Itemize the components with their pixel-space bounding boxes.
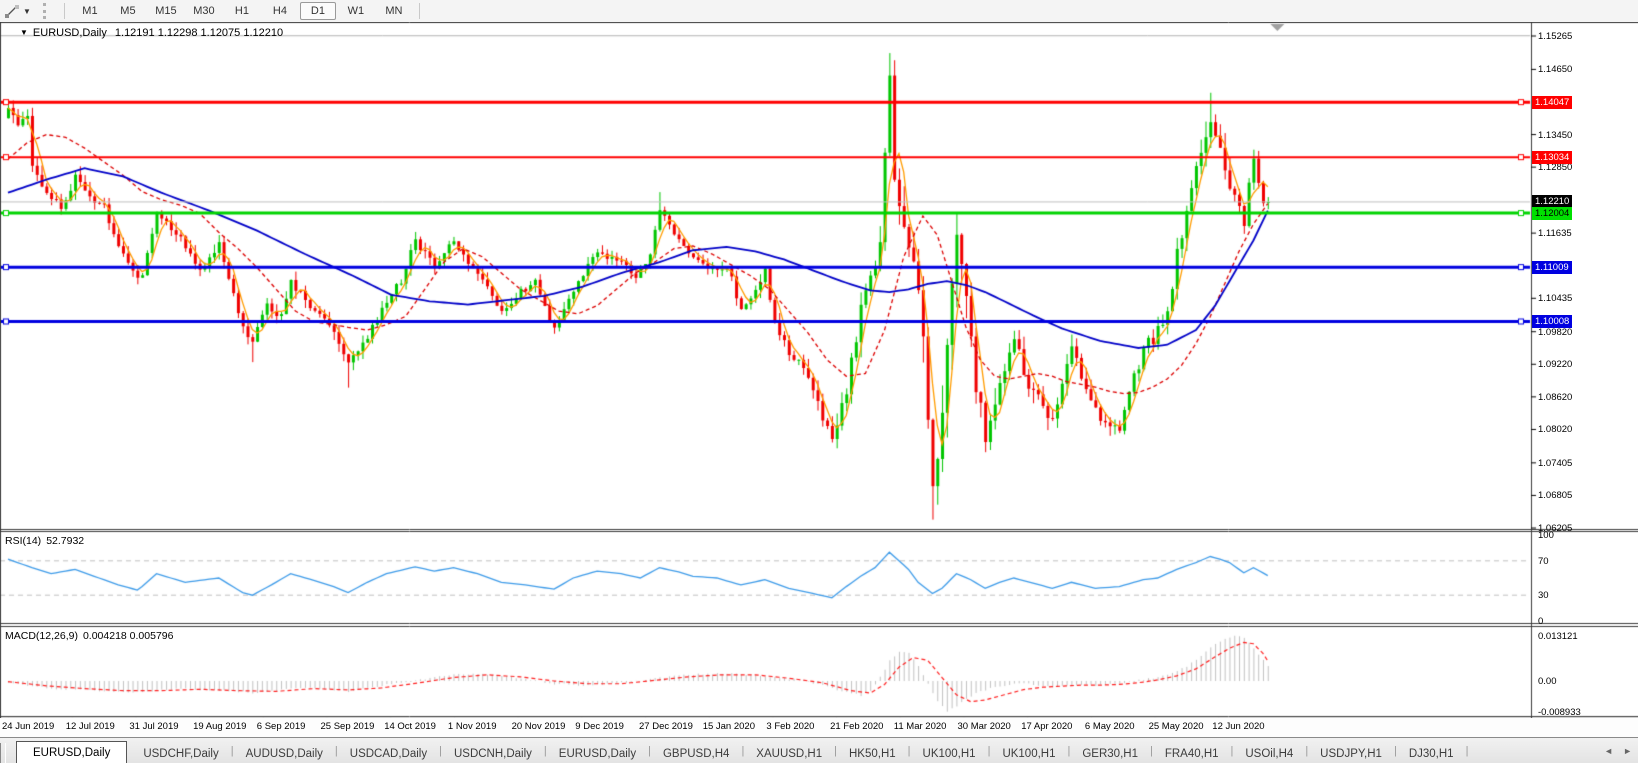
macd-name: MACD(12,26,9) <box>5 630 78 642</box>
date-label: 27 Dec 2019 <box>639 721 693 732</box>
date-label: 25 May 2020 <box>1148 721 1204 732</box>
toolbar-separator <box>63 3 65 19</box>
rsi-scale-label: 100 <box>1538 530 1554 541</box>
rsi-scale-label: 70 <box>1538 555 1549 567</box>
date-label: 1 Nov 2019 <box>447 721 497 732</box>
timeframe-button-m1[interactable]: M1 <box>72 2 108 20</box>
tab-scroll-left-icon[interactable]: ◄ <box>1604 746 1613 756</box>
tab-scroll-right-icon[interactable]: ► <box>1623 746 1632 756</box>
timeframe-button-m5[interactable]: M5 <box>110 2 146 20</box>
chart-tab-usoil-h4[interactable]: USOil,H4 <box>1233 743 1305 763</box>
tab-bar-left-edge <box>0 743 6 763</box>
chart-title: ▼ EURUSD,Daily 1.12191 1.12298 1.12075 1.1… <box>20 27 283 39</box>
date-label: 6 May 2020 <box>1084 721 1135 732</box>
timeframe-button-h4[interactable]: H4 <box>262 2 298 20</box>
price-tick-label: 1.06805 <box>1538 490 1573 502</box>
date-label: 6 Sep 2019 <box>256 721 306 732</box>
macd-scale-label: -0.008933 <box>1538 706 1581 718</box>
date-label: 9 Dec 2019 <box>575 721 624 732</box>
chart-tab-usdcnh-daily[interactable]: USDCNH,Daily <box>442 743 544 763</box>
chart-tab-usdjpy-h1[interactable]: USDJPY,H1 <box>1308 743 1394 763</box>
macd-scale-label: 0.013121 <box>1538 630 1578 642</box>
price-line-badge: 1.13034 <box>1532 150 1573 164</box>
toolbar-drag-handle[interactable] <box>42 3 52 19</box>
price-tick-label: 1.09220 <box>1538 359 1573 371</box>
rsi-indicator-label: RSI(14) 52.7932 <box>5 535 84 547</box>
date-axis[interactable]: 24 Jun 2019 12 Jul 2019 31 Jul 2019 19 Aug … <box>0 718 1638 737</box>
date-label: 12 Jul 2019 <box>65 721 115 732</box>
timeframe-button-d1[interactable]: D1 <box>299 2 336 20</box>
date-label: 11 Mar 2020 <box>893 721 947 732</box>
price-tick-label: 1.09820 <box>1538 326 1573 338</box>
date-label: 31 Jul 2019 <box>129 721 179 732</box>
macd-scale-label: 0.00 <box>1538 676 1557 687</box>
rsi-scale-label: 0 <box>1538 616 1544 627</box>
date-label: 17 Apr 2020 <box>1021 721 1073 732</box>
date-label: 14 Oct 2019 <box>384 721 436 732</box>
price-tick-label: 1.14650 <box>1538 64 1573 76</box>
price-line-badge: 1.11009 <box>1532 260 1572 274</box>
date-label: 25 Sep 2019 <box>320 721 375 732</box>
line-style-tool-icon <box>5 4 19 18</box>
timeframe-button-mn[interactable]: MN <box>376 2 412 20</box>
date-label: 19 Aug 2019 <box>193 721 247 732</box>
price-tick-label: 1.07405 <box>1538 457 1573 469</box>
date-label: 21 Feb 2020 <box>830 721 884 732</box>
rsi-value: 52.7932 <box>46 535 85 547</box>
chart-symbol-period: EURUSD,Daily <box>32 27 107 39</box>
price-tick-label: 1.15265 <box>1538 31 1573 42</box>
chart-tab-usdchf-daily[interactable]: USDCHF,Daily <box>131 743 230 763</box>
price-chart-canvas[interactable] <box>0 22 1638 736</box>
timeframe-button-h1[interactable]: H1 <box>224 2 260 20</box>
tool-dropdown-arrow-icon[interactable]: ▼ <box>23 7 31 16</box>
price-line-badge: 1.14047 <box>1532 95 1573 109</box>
price-tick-label: 1.08620 <box>1538 391 1573 403</box>
rsi-name: RSI(14) <box>5 535 42 547</box>
chart-tab-xauusd-h1[interactable]: XAUUSD,H1 <box>744 743 834 763</box>
toolbar-separator <box>418 3 420 19</box>
date-label: 24 Jun 2019 <box>2 721 55 732</box>
date-label: 15 Jan 2020 <box>702 721 755 732</box>
chart-tab-audusd-daily[interactable]: AUDUSD,Daily <box>234 743 335 763</box>
price-tick-label: 1.12850 <box>1538 162 1573 174</box>
chart-tab-hk50-h1[interactable]: HK50,H1 <box>837 743 908 763</box>
draw-tool-button[interactable]: ▼ <box>0 1 35 21</box>
trading-terminal-window: ▼ M1 M5 M15 M30 H1 H4 D1 W1 MN ▼ EURUSD,D… <box>0 0 1638 763</box>
chart-tab-fra40-h1[interactable]: FRA40,H1 <box>1153 743 1231 763</box>
tab-separator: | <box>1465 745 1469 757</box>
timeframe-toolbar: ▼ M1 M5 M15 M30 H1 H4 D1 W1 MN <box>0 0 1638 23</box>
date-label: 30 Mar 2020 <box>957 721 1011 732</box>
chart-ohlc-values: 1.12191 1.12298 1.12075 1.12210 <box>114 27 284 39</box>
price-tick-label: 1.10435 <box>1538 293 1573 305</box>
timeframe-button-m30[interactable]: M30 <box>186 2 222 20</box>
macd-values: 0.004218 0.005796 <box>82 630 174 642</box>
price-tick-label: 1.11635 <box>1538 228 1572 240</box>
price-line-badge: 1.10008 <box>1532 314 1573 328</box>
chart-tab-dj30-h1[interactable]: DJ30,H1 <box>1397 743 1466 763</box>
tab-scroll-nav: ◄ ► <box>1604 746 1632 756</box>
chart-tab-ger30-h1[interactable]: GER30,H1 <box>1070 743 1150 763</box>
chart-tab-usdcad-daily[interactable]: USDCAD,Daily <box>338 743 439 763</box>
chart-tab-uk100-h1[interactable]: UK100,H1 <box>990 743 1067 763</box>
collapse-triangle-icon[interactable]: ▼ <box>20 28 28 37</box>
rsi-scale-label: 30 <box>1538 590 1549 602</box>
price-tick-label: 1.13450 <box>1538 129 1573 141</box>
timeframe-button-m15[interactable]: M15 <box>148 2 184 20</box>
macd-indicator-label: MACD(12,26,9) 0.004218 0.005796 <box>5 630 173 642</box>
date-label: 20 Nov 2019 <box>511 721 566 732</box>
price-line-badge: 1.12004 <box>1532 206 1573 220</box>
timeframe-button-w1[interactable]: W1 <box>338 2 374 20</box>
chart-tab-eurusd-daily[interactable]: EURUSD,Daily <box>16 741 128 763</box>
chart-tab-eurusd-daily[interactable]: EURUSD,Daily <box>547 743 648 763</box>
chart-tab-uk100-h1[interactable]: UK100,H1 <box>911 743 988 763</box>
date-label: 3 Feb 2020 <box>766 721 815 732</box>
price-tick-label: 1.08020 <box>1538 424 1573 436</box>
chart-tab-bar: EURUSD,Daily USDCHF,Daily | AUDUSD,Daily | US… <box>0 737 1638 763</box>
chart-tab-gbpusd-h4[interactable]: GBPUSD,H4 <box>651 743 741 763</box>
tab-strip: EURUSD,Daily USDCHF,Daily | AUDUSD,Daily | US… <box>16 738 1468 763</box>
date-label: 12 Jun 2020 <box>1212 721 1265 732</box>
